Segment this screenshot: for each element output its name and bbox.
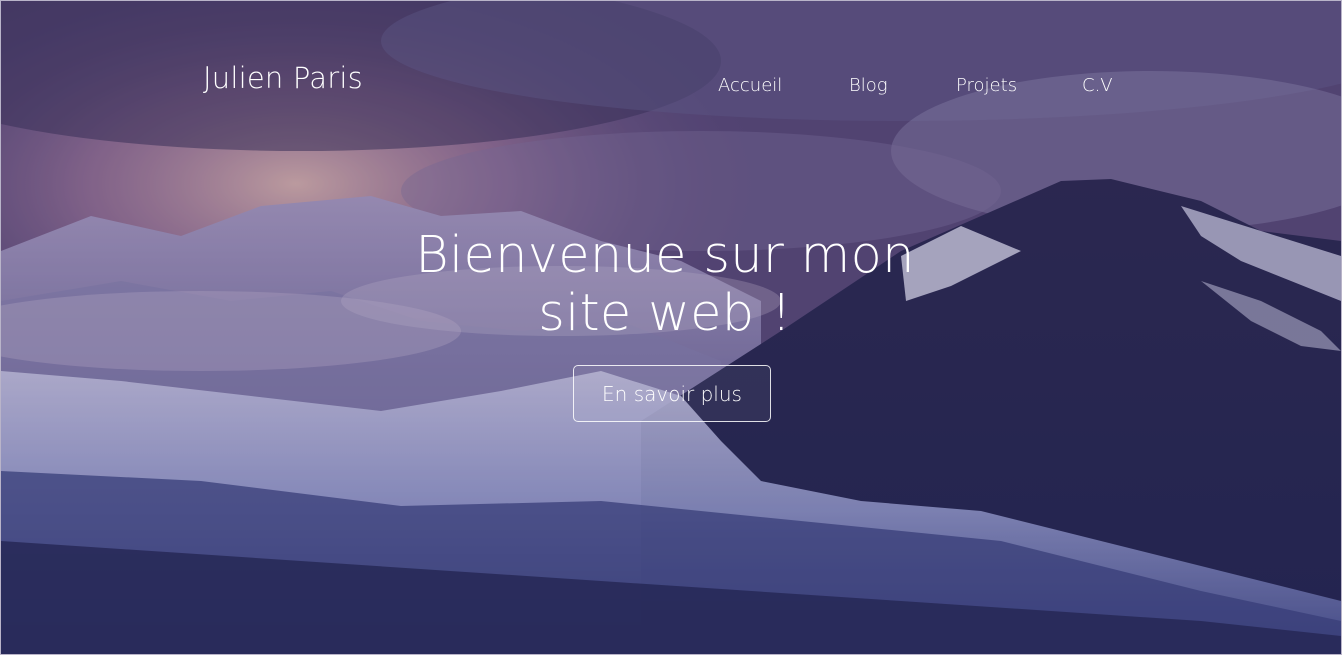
nav-link-cv[interactable]: C.V xyxy=(1082,75,1113,96)
hero-headline-line2: site web ! xyxy=(538,284,792,343)
learn-more-button[interactable]: En savoir plus xyxy=(573,365,771,422)
nav-link-accueil[interactable]: Accueil xyxy=(718,75,782,96)
hero-headline-line1: Bienvenue sur mon xyxy=(415,226,915,285)
nav-link-blog[interactable]: Blog xyxy=(849,75,888,96)
main-navigation: Accueil Blog Projets C.V xyxy=(1,75,1341,99)
nav-link-projets[interactable]: Projets xyxy=(956,75,1017,96)
hero-section: Julien Paris Accueil Blog Projets C.V Bi… xyxy=(0,0,1342,655)
hero-headline: Bienvenue sur mon site web ! xyxy=(371,227,959,343)
